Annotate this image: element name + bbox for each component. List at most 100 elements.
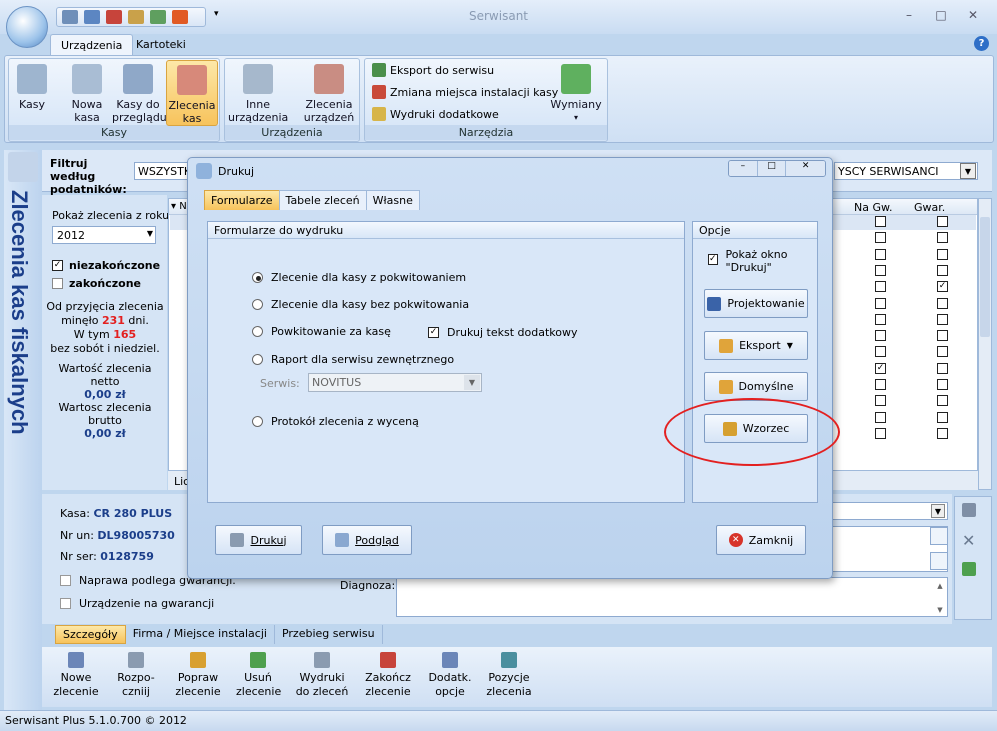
tab-formularze[interactable]: Formularze: [204, 190, 280, 210]
col-n-header[interactable]: ▾ N: [171, 201, 187, 212]
domyslne-button[interactable]: Domyślne: [704, 372, 808, 401]
grid-checkbox[interactable]: [875, 427, 886, 439]
zmiana-miejsca-button[interactable]: Zmiana miejsca instalacji kasy: [372, 85, 558, 99]
help-icon[interactable]: ?: [974, 36, 989, 51]
grid-checkbox[interactable]: [937, 248, 948, 260]
bottom-button-1[interactable]: Rozpo- czniij: [114, 652, 158, 699]
bottom-button-5[interactable]: Zakończ zlecenie: [362, 652, 414, 699]
radio-protokol[interactable]: Protokół zlecenia z wyceną: [252, 415, 419, 428]
podglad-button[interactable]: Podgląd: [322, 525, 412, 555]
minimize-button[interactable]: –: [896, 4, 922, 26]
kasy-button[interactable]: Kasy: [12, 60, 52, 126]
filter-label: Filtruj według podatników:: [50, 157, 127, 196]
serwis-select[interactable]: NOVITUS ▼: [308, 373, 482, 392]
details-select[interactable]: ▼: [832, 502, 948, 520]
grid-checkbox[interactable]: [937, 264, 948, 276]
wymiany-button[interactable]: Wymiany ▾: [546, 60, 606, 126]
tab-kartoteki[interactable]: Kartoteki: [126, 34, 196, 56]
grid-checkbox[interactable]: [875, 281, 886, 293]
col-gwar-header[interactable]: Gwar.: [914, 201, 945, 214]
document-icon[interactable]: [930, 552, 948, 570]
eksport-button[interactable]: Eksport ▼: [704, 331, 808, 360]
inne-urzadzenia-button[interactable]: Inne urządzenia: [228, 60, 288, 126]
grid-checkbox[interactable]: ✓: [875, 362, 886, 374]
grid-checkbox[interactable]: [937, 362, 948, 374]
zakonczone-checkbox[interactable]: zakończone: [52, 277, 141, 290]
grid-checkbox[interactable]: [875, 297, 886, 309]
bottom-button-2[interactable]: Popraw zlecenie: [172, 652, 224, 699]
refresh-icon[interactable]: [962, 562, 976, 576]
diagnoza-scroll[interactable]: ▲ ▼: [934, 580, 946, 616]
zamknij-button[interactable]: ✕ Zamknij: [716, 525, 806, 555]
bottom-button-6[interactable]: Dodatk. opcje: [426, 652, 474, 699]
close-button[interactable]: ✕: [960, 4, 986, 26]
grid-checkbox[interactable]: [937, 379, 948, 390]
radio-pokwitowanie[interactable]: Powkitowanie za kasę: [252, 325, 391, 338]
grid-checkbox[interactable]: [937, 313, 948, 325]
radio-bez-pokwitowania[interactable]: Zlecenie dla kasy bez pokwitowania: [252, 298, 469, 311]
grid-checkbox[interactable]: [937, 346, 948, 358]
grid-checkbox[interactable]: [875, 395, 886, 407]
grid-scrollbar[interactable]: [978, 198, 992, 490]
year-select[interactable]: 2012 ▼: [52, 226, 156, 244]
bottom-button-3[interactable]: Usuń zlecenie: [236, 652, 281, 699]
grid-checkbox[interactable]: [875, 379, 886, 390]
chevron-down-icon[interactable]: ▼: [960, 163, 976, 179]
toolbar-icon: [442, 652, 458, 668]
filter-select[interactable]: WSZYSTKIE: [134, 162, 190, 180]
delete-icon[interactable]: ✕: [962, 531, 975, 550]
grid-checkbox[interactable]: ✓: [937, 281, 948, 293]
kasa-row: Kasa: CR 280 PLUS: [60, 507, 173, 520]
projektowanie-button[interactable]: Projektowanie: [704, 289, 808, 318]
lookup-icon[interactable]: [930, 527, 948, 545]
nowa-kasa-button[interactable]: Nowa kasa: [64, 60, 110, 126]
maximize-button[interactable]: □: [928, 4, 954, 26]
grid-checkbox[interactable]: [875, 411, 886, 423]
grid-checkbox[interactable]: [937, 395, 948, 407]
radio-raport[interactable]: Raport dla serwisu zewnętrznego: [252, 353, 454, 366]
serwisant-select[interactable]: YSCY SERWISANCI: [834, 162, 978, 180]
button-label: Zlecenia kas: [168, 99, 216, 125]
tab-urzadzenia[interactable]: Urządzenia: [50, 34, 134, 56]
zlecenia-kas-button[interactable]: Zlecenia kas: [166, 60, 218, 126]
col-nagw-header[interactable]: Na Gw.: [854, 201, 892, 214]
save-icon[interactable]: [962, 503, 976, 517]
grid-checkbox[interactable]: [875, 216, 886, 227]
grid-checkbox[interactable]: [937, 330, 948, 342]
radio-z-pokwitowaniem[interactable]: Zlecenie dla kasy z pokwitowaniem: [252, 271, 466, 284]
grid-checkbox[interactable]: [937, 216, 948, 227]
na-gwarancji-checkbox[interactable]: Urządzenie na gwarancji: [60, 597, 214, 610]
grid-checkbox[interactable]: [937, 232, 948, 244]
app-orb-button[interactable]: [6, 6, 48, 48]
tab-tabele[interactable]: Tabele zleceń: [278, 190, 367, 210]
grid-checkbox[interactable]: [875, 330, 886, 342]
eksport-do-serwisu-button[interactable]: Eksport do serwisu: [372, 63, 494, 77]
grid-checkbox[interactable]: [937, 411, 948, 423]
maximize-button[interactable]: □: [756, 161, 786, 176]
grid-checkbox[interactable]: [875, 248, 886, 260]
close-button[interactable]: ✕: [785, 161, 825, 176]
drukuj-button[interactable]: Drukuj: [215, 525, 302, 555]
niezakonczone-checkbox[interactable]: ✓ niezakończone: [52, 259, 160, 272]
scroll-thumb[interactable]: [980, 217, 990, 337]
grid-checkbox[interactable]: [875, 232, 886, 244]
kasy-do-przegladu-button[interactable]: Kasy do przeglądu: [112, 60, 167, 126]
tab-wlasne[interactable]: Własne: [365, 190, 420, 210]
tab-szczegoly[interactable]: Szczegóły: [55, 625, 126, 644]
tab-przebieg[interactable]: Przebieg serwisu: [275, 625, 383, 644]
pokaz-okno-checkbox[interactable]: ✓ Pokaż okno "Drukuj": [708, 248, 808, 274]
grid-checkbox[interactable]: [937, 297, 948, 309]
grid-checkbox[interactable]: [875, 313, 886, 325]
bottom-button-4[interactable]: Wydruki do zleceń: [294, 652, 350, 699]
minimize-button[interactable]: –: [729, 161, 757, 176]
grid-checkbox[interactable]: [875, 264, 886, 276]
wydruki-dodatkowe-button[interactable]: Wydruki dodatkowe: [372, 107, 499, 121]
zlecenia-urzadzen-button[interactable]: Zlecenia urządzeń: [300, 60, 358, 126]
grid-checkbox[interactable]: [937, 427, 948, 439]
bottom-button-7[interactable]: Pozycje zlecenia: [482, 652, 536, 699]
drukuj-tekst-checkbox[interactable]: ✓ Drukuj tekst dodatkowy: [428, 326, 577, 339]
bottom-button-0[interactable]: Nowe zlecenie: [50, 652, 102, 699]
grid-checkbox[interactable]: [875, 346, 886, 358]
diagnoza-textarea[interactable]: [396, 577, 948, 617]
tab-firma[interactable]: Firma / Miejsce instalacji: [126, 625, 275, 644]
